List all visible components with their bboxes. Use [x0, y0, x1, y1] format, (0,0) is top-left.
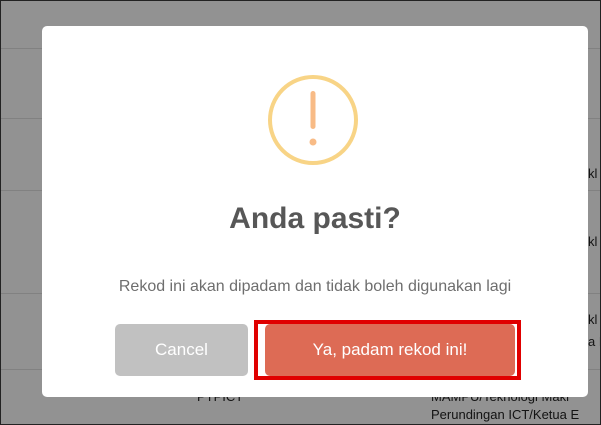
- warning-exclamation-icon: [268, 75, 358, 165]
- cancel-button[interactable]: Cancel: [115, 324, 248, 376]
- dialog-message: Rekod ini akan dipadam dan tidak boleh d…: [118, 278, 512, 295]
- confirm-dialog: Anda pasti? Rekod ini akan dipadam dan t…: [42, 26, 588, 397]
- confirm-delete-button[interactable]: Ya, padam rekod ini!: [265, 324, 515, 376]
- app-frame: kl kl kl a F PTPICT MAMPU/Teknologi Makl…: [0, 0, 601, 425]
- dialog-title: Anda pasti?: [229, 202, 401, 235]
